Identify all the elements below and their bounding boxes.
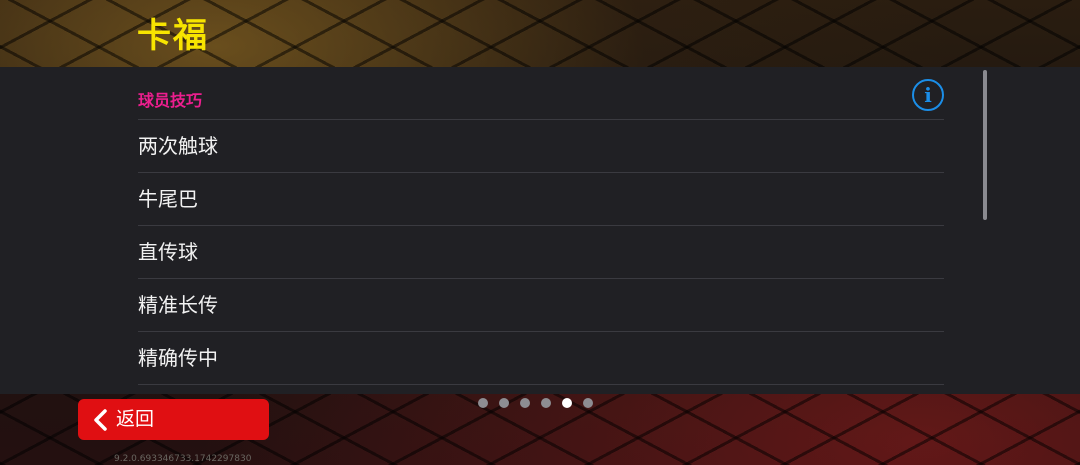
- page-dot[interactable]: [478, 398, 488, 408]
- page-dot-active[interactable]: [562, 398, 572, 408]
- page-dot[interactable]: [583, 398, 593, 408]
- chevron-left-icon: [94, 408, 107, 431]
- player-name-title: 卡福: [137, 16, 209, 56]
- skill-item: 精准长传: [138, 279, 944, 332]
- back-button[interactable]: 返回: [78, 399, 269, 440]
- skill-item: 精确传中: [138, 332, 944, 385]
- skill-item: 两次触球: [138, 120, 944, 173]
- scrollbar[interactable]: [983, 70, 987, 220]
- version-text: 9.2.0.693346733.1742297830: [114, 454, 252, 464]
- skills-list: 两次触球 牛尾巴 直传球 精准长传 精确传中: [138, 119, 944, 385]
- page-dot[interactable]: [541, 398, 551, 408]
- page-dot[interactable]: [499, 398, 509, 408]
- skill-item: 直传球: [138, 226, 944, 279]
- section-label: 球员技巧: [138, 91, 203, 110]
- page-dot[interactable]: [520, 398, 530, 408]
- screen: 卡福 球员技巧 i 两次触球 牛尾巴 直传球 精准长传 精确传中 返回 9.2.…: [0, 0, 1080, 465]
- skills-panel: 球员技巧 i 两次触球 牛尾巴 直传球 精准长传 精确传中: [0, 67, 1080, 394]
- page-indicator: [478, 398, 593, 410]
- skill-item: 牛尾巴: [138, 173, 944, 226]
- info-icon[interactable]: i: [912, 79, 944, 111]
- back-button-label: 返回: [116, 408, 155, 430]
